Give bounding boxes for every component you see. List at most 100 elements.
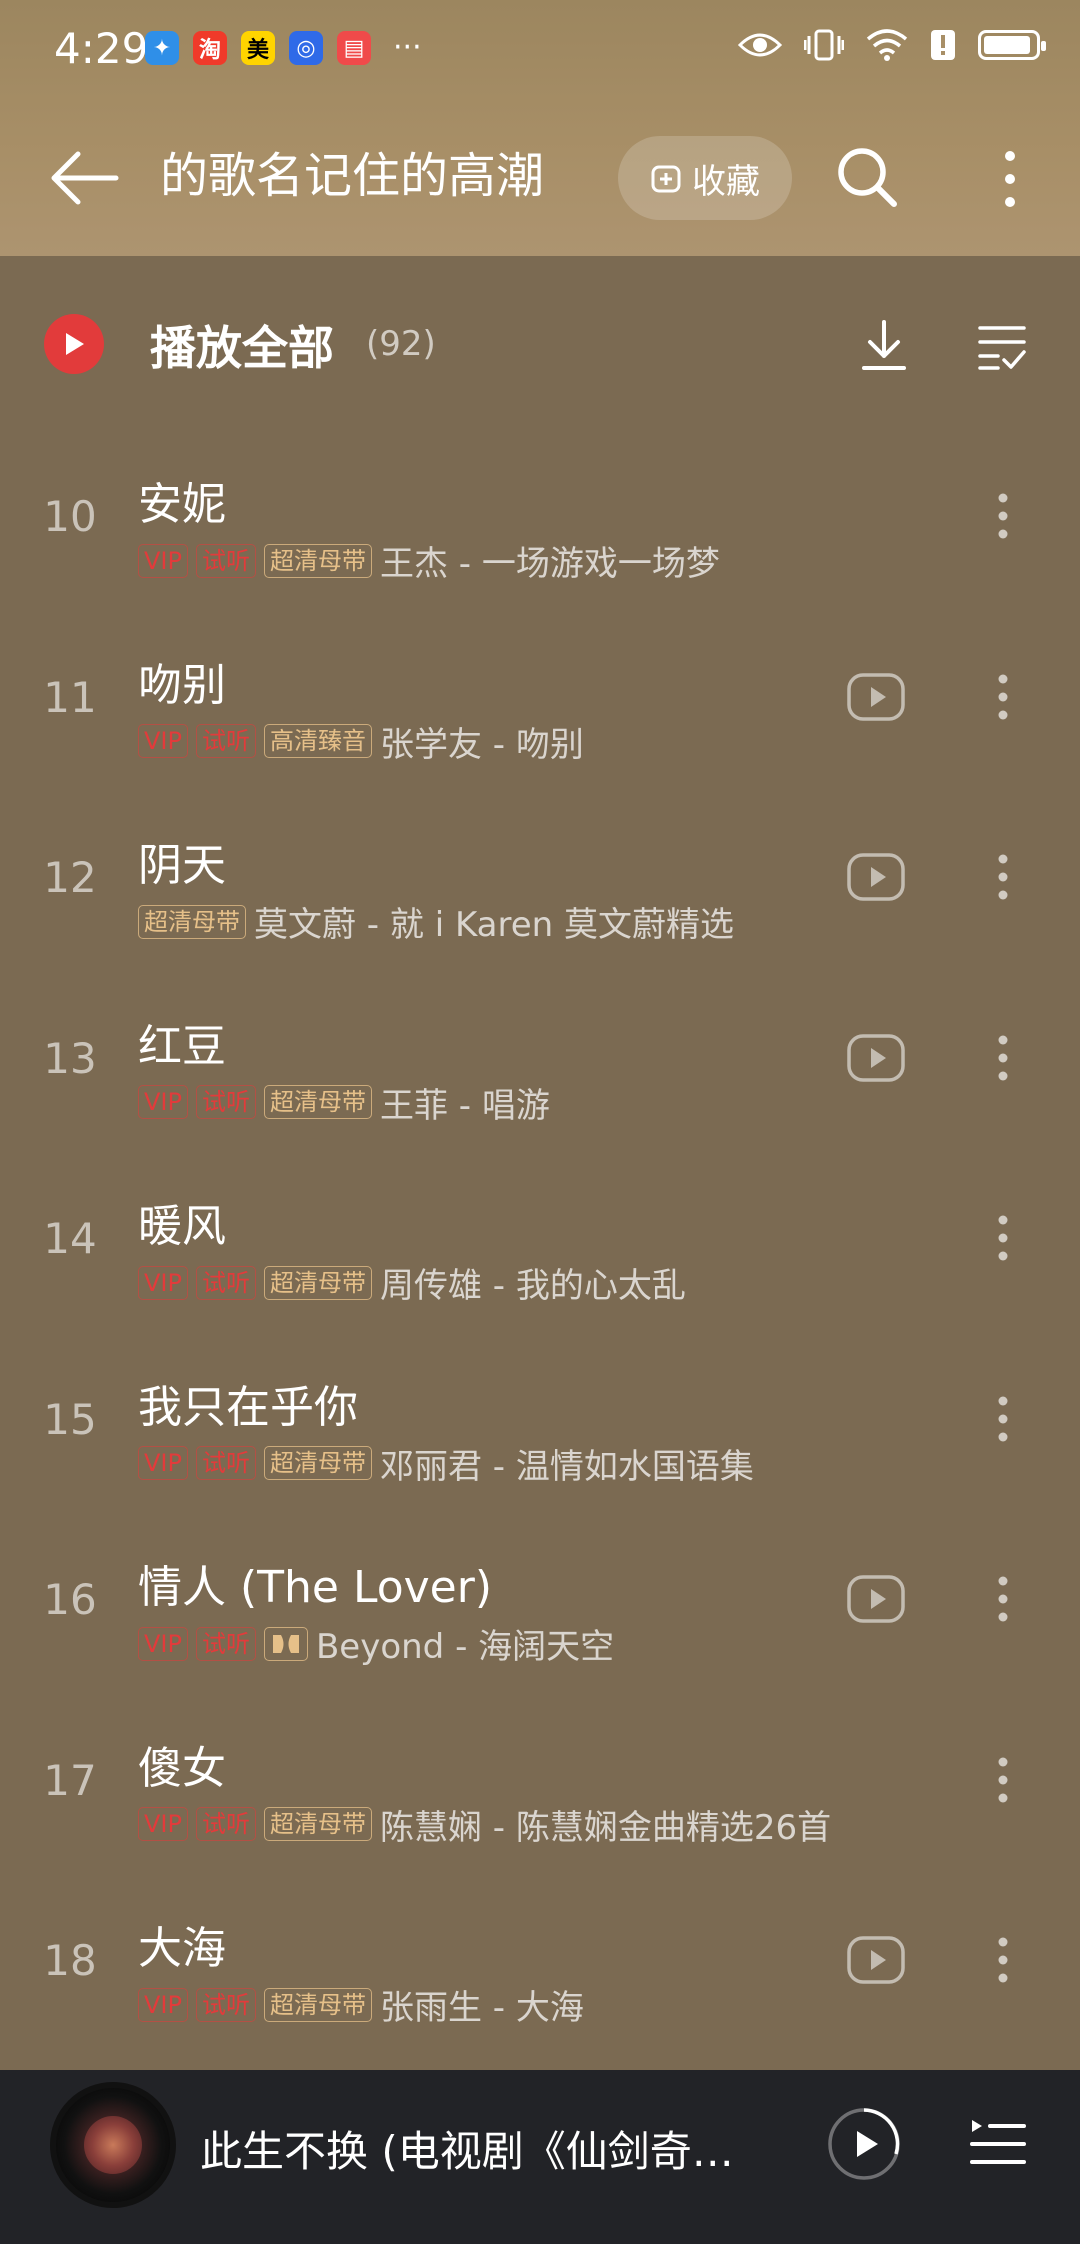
song-artist-album: 张学友 - 吻别	[379, 724, 584, 765]
vip-badge: VIP	[138, 1987, 188, 2022]
taobao-app-icon: 淘	[193, 31, 227, 65]
nav-bar: 的歌名记住的高潮 收藏	[0, 120, 1080, 236]
song-title[interactable]: 我只在乎你	[138, 1371, 358, 1435]
system-status-icons	[738, 28, 1046, 62]
header-background: 4:29 ✦ 淘美 ◎ ▤ ··· 的歌名记住的高潮 收藏	[0, 0, 1080, 256]
trial-badge: 试听	[195, 1265, 256, 1300]
song-artist-album: 邓丽君 - 温情如水国语集	[379, 1446, 754, 1487]
vip-badge: VIP	[138, 1626, 188, 1661]
song-meta-line: VIP 试听 超清母带 周传雄 - 我的心太乱	[138, 1258, 686, 1307]
song-meta-line: VIP 试听 超清母带 邓丽君 - 温情如水国语集	[138, 1439, 754, 1488]
mv-play-icon[interactable]	[846, 667, 906, 727]
playlist-queue-icon[interactable]	[968, 2114, 1028, 2174]
song-more-icon[interactable]	[988, 1028, 1018, 1088]
multi-select-icon[interactable]	[976, 320, 1028, 372]
meituan-app-icon: 美	[241, 31, 275, 65]
trial-badge: 试听	[195, 1446, 256, 1480]
song-index: 13	[43, 1033, 97, 1083]
song-meta-line: VIP 试听 Beyond - 海阔天空	[138, 1619, 614, 1668]
vip-badge: VIP	[138, 1265, 188, 1300]
song-meta-line: VIP 试听 超清母带 张雨生 - 大海	[138, 1980, 584, 2029]
mini-player[interactable]: 此生不换 (电视剧《仙剑奇…	[0, 2070, 1080, 2244]
song-meta-line: VIP 试听 超清母带 陈慧娴 - 陈慧娴金曲精选26首	[138, 1800, 831, 1849]
vip-badge: VIP	[138, 543, 188, 578]
mv-play-icon[interactable]	[846, 1930, 906, 1990]
trial-badge: 试听	[195, 1626, 256, 1661]
song-more-icon[interactable]	[988, 1750, 1018, 1810]
album-cover[interactable]	[50, 2082, 176, 2208]
mv-play-icon[interactable]	[846, 1028, 906, 1088]
song-row[interactable]: 16 情人 (The Lover) VIP 试听 Beyond - 海阔天空	[0, 1523, 1080, 1703]
song-artist-album: 莫文蔚 - 就 i Karen 莫文蔚精选	[254, 905, 734, 945]
vip-badge: VIP	[138, 1807, 188, 1841]
song-artist-album: 张雨生 - 大海	[379, 1988, 584, 2028]
bird-app-icon: ✦	[145, 31, 179, 65]
status-bar: 4:29 ✦ 淘美 ◎ ▤ ···	[0, 0, 1080, 100]
song-row[interactable]: 11 吻别 VIP 试听 高清臻音 张学友 - 吻别	[0, 621, 1080, 801]
song-title[interactable]: 情人 (The Lover)	[138, 1551, 492, 1615]
song-more-icon[interactable]	[988, 1208, 1018, 1268]
collect-label: 收藏	[692, 161, 760, 202]
song-row[interactable]: 17 傻女 VIP 试听 超清母带 陈慧娴 - 陈慧娴金曲精选26首	[0, 1704, 1080, 1884]
song-title[interactable]: 傻女	[138, 1732, 226, 1796]
trial-badge: 试听	[195, 543, 256, 578]
song-title[interactable]: 安妮	[138, 468, 226, 532]
quality-badge: 高清臻音	[263, 724, 372, 758]
song-title[interactable]: 红豆	[138, 1010, 226, 1074]
mv-play-icon[interactable]	[846, 1569, 906, 1629]
song-index: 18	[43, 1936, 97, 1985]
song-count: (92)	[366, 324, 436, 364]
song-index: 16	[43, 1575, 97, 1624]
vip-badge: VIP	[138, 724, 188, 758]
play-all-label[interactable]: 播放全部	[150, 312, 334, 378]
song-meta-line: VIP 试听 高清臻音 张学友 - 吻别	[138, 717, 584, 766]
song-more-icon[interactable]	[988, 847, 1018, 907]
song-more-icon[interactable]	[988, 1569, 1018, 1629]
red-app-icon: ▤	[337, 31, 371, 65]
song-index: 14	[43, 1214, 97, 1263]
trial-badge: 试听	[195, 1085, 256, 1119]
vip-badge: VIP	[138, 1446, 188, 1480]
song-title[interactable]: 吻别	[138, 649, 226, 713]
playlist-title: 的歌名记住的高潮	[160, 148, 545, 204]
mv-play-icon[interactable]	[846, 847, 906, 907]
collect-button[interactable]: 收藏	[618, 136, 792, 220]
trial-badge: 试听	[195, 1987, 256, 2022]
song-more-icon[interactable]	[988, 667, 1018, 727]
back-arrow-icon[interactable]	[44, 146, 124, 210]
song-row[interactable]: 12 阴天 超清母带 莫文蔚 - 就 i Karen 莫文蔚精选	[0, 801, 1080, 981]
song-row[interactable]: 14 暖风 VIP 试听 超清母带 周传雄 - 我的心太乱	[0, 1162, 1080, 1342]
eye-icon	[738, 33, 782, 57]
quality-badge: 超清母带	[263, 1085, 372, 1119]
song-row[interactable]: 18 大海 VIP 试听 超清母带 张雨生 - 大海	[0, 1884, 1080, 2064]
play-all-button[interactable]	[44, 314, 104, 374]
wifi-icon	[866, 29, 908, 61]
more-menu-icon[interactable]	[990, 144, 1030, 214]
song-artist-album: Beyond - 海阔天空	[315, 1627, 615, 1667]
quality-badge: 超清母带	[263, 1807, 372, 1841]
search-icon[interactable]	[832, 142, 902, 212]
song-row[interactable]: 13 红豆 VIP 试听 超清母带 王菲 - 唱游	[0, 982, 1080, 1162]
song-title[interactable]: 阴天	[138, 829, 226, 893]
vip-badge: VIP	[138, 1085, 188, 1119]
song-row[interactable]: 10 安妮 VIP 试听 超清母带 王杰 - 一场游戏一场梦	[0, 440, 1080, 620]
song-title[interactable]: 大海	[138, 1912, 226, 1976]
quality-badge: 超清母带	[263, 543, 372, 578]
song-index: 11	[43, 672, 97, 722]
song-more-icon[interactable]	[988, 1930, 1018, 1990]
song-more-icon[interactable]	[988, 1389, 1018, 1449]
now-playing-title[interactable]: 此生不换 (电视剧《仙剑奇…	[200, 2118, 740, 2179]
bulb-app-icon: ◎	[289, 31, 323, 65]
song-artist-album: 王杰 - 一场游戏一场梦	[379, 544, 720, 584]
song-more-icon[interactable]	[988, 486, 1018, 546]
song-title[interactable]: 暖风	[138, 1190, 226, 1254]
play-pause-icon[interactable]	[826, 2106, 902, 2182]
quality-badge: 超清母带	[263, 1265, 372, 1300]
song-row[interactable]: 15 我只在乎你 VIP 试听 超清母带 邓丽君 - 温情如水国语集	[0, 1343, 1080, 1523]
download-icon[interactable]	[858, 318, 910, 374]
status-time: 4:29	[54, 24, 149, 73]
alert-icon	[931, 30, 955, 60]
play-all-row[interactable]: 播放全部 (92)	[0, 290, 1080, 400]
quality-badge: 超清母带	[138, 904, 246, 939]
more-notifications-indicator: ···	[393, 30, 422, 65]
